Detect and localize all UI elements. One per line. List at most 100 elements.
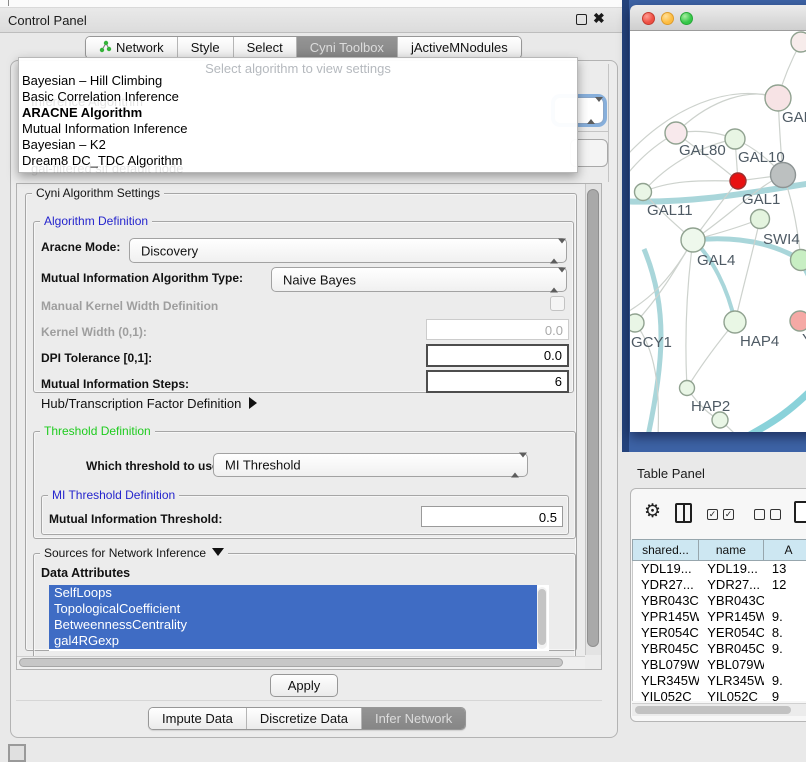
hub-definition-toggle[interactable]: Hub/Transcription Factor Definition: [41, 396, 257, 411]
node-label: GAL80: [679, 142, 726, 159]
table-row[interactable]: YDR27...YDR27...12: [633, 577, 806, 593]
network-canvas[interactable]: GALGAL80GAL10GAL11GAL1SWI4GAL4GCY1HAP4YH…: [630, 31, 806, 432]
network-node-gal4[interactable]: [681, 228, 705, 252]
table-hscrollbar-thumb[interactable]: [635, 706, 791, 714]
document-icon[interactable]: [794, 501, 806, 523]
network-node[interactable]: [791, 32, 806, 52]
algorithm-option[interactable]: ARACNE Algorithm: [21, 105, 575, 121]
tab-jactivemnodules[interactable]: jActiveMNodules: [397, 37, 521, 58]
checked-checkbox-icon[interactable]: ✓: [723, 509, 734, 520]
gear-icon[interactable]: ⚙: [644, 500, 661, 523]
stepper-icon: [550, 272, 559, 287]
kernel-width-field[interactable]: 0.0: [426, 319, 569, 340]
table-row[interactable]: YIL052CYIL052C9: [633, 689, 806, 701]
network-node-gcy1[interactable]: [630, 314, 644, 332]
network-edge[interactable]: [630, 240, 693, 315]
float-window-icon[interactable]: [576, 14, 587, 25]
network-node-hap4[interactable]: [724, 311, 746, 333]
tab-style[interactable]: Style: [177, 37, 233, 58]
tab-select[interactable]: Select: [233, 37, 296, 58]
tab-label: jActiveMNodules: [411, 40, 508, 55]
tab-infer-network[interactable]: Infer Network: [361, 708, 465, 729]
attributes-scrollbar-thumb[interactable]: [538, 589, 546, 645]
network-edge[interactable]: [687, 322, 735, 388]
network-node-y[interactable]: [790, 311, 806, 331]
network-node-gal[interactable]: [765, 85, 791, 111]
network-edge[interactable]: [643, 181, 738, 192]
table-cell: 12: [764, 577, 806, 593]
top-strip: [0, 0, 622, 8]
attribute-item[interactable]: SelfLoops: [49, 585, 537, 601]
table-cell: 8.: [764, 625, 806, 641]
zoom-traffic-light-icon[interactable]: [680, 12, 693, 25]
close-traffic-light-icon[interactable]: [642, 12, 655, 25]
column-header[interactable]: name: [699, 539, 764, 561]
network-node-swi4[interactable]: [791, 250, 806, 271]
network-node-gal11[interactable]: [635, 184, 652, 201]
top-tick: [8, 0, 9, 6]
sources-title: Sources for Network Inference: [40, 546, 228, 560]
network-node-gal1[interactable]: [751, 210, 770, 229]
apply-button[interactable]: Apply: [270, 674, 338, 697]
manual-kernel-checkbox[interactable]: [550, 296, 565, 311]
network-window-titlebar[interactable]: [630, 5, 806, 31]
network-node[interactable]: [771, 163, 796, 188]
table-row[interactable]: YLR345WYLR345W9.: [633, 673, 806, 689]
network-edge[interactable]: [686, 240, 693, 388]
unchecked-checkbox-icon[interactable]: [770, 509, 781, 520]
which-threshold-combo[interactable]: MI Threshold: [213, 453, 528, 477]
minimized-panel-icon[interactable]: [8, 744, 26, 762]
mi-type-combo[interactable]: Naive Bayes: [271, 267, 567, 292]
tab-cyni-toolbox[interactable]: Cyni Toolbox: [296, 37, 397, 58]
algorithm-option[interactable]: Bayesian – Hill Climbing: [21, 73, 575, 89]
tab-label: Infer Network: [375, 711, 452, 726]
table-row[interactable]: YPR145WYPR145W9.: [633, 609, 806, 625]
attribute-item[interactable]: gal4RGexp: [49, 633, 537, 649]
table-cell: YBR043C: [633, 593, 699, 609]
mi-threshold-field[interactable]: 0.5: [421, 506, 563, 527]
node-label: GAL11: [647, 202, 693, 219]
node-label: HAP4: [740, 333, 779, 350]
settings-vscrollbar-thumb[interactable]: [587, 189, 599, 647]
network-node[interactable]: [712, 412, 728, 428]
table-row[interactable]: YDL19...YDL19...13: [633, 561, 806, 577]
close-icon[interactable]: ✖: [593, 10, 605, 27]
algorithm-option[interactable]: Bayesian – K2: [21, 137, 575, 153]
data-attributes-label: Data Attributes: [41, 566, 130, 580]
table-row[interactable]: YBR043CYBR043C: [633, 593, 806, 609]
network-node-gal80[interactable]: [665, 122, 687, 144]
attribute-item[interactable]: TopologicalCoefficient: [49, 601, 537, 617]
table-cell: [764, 593, 806, 609]
aracne-mode-combo[interactable]: Discovery: [129, 238, 567, 263]
attribute-item[interactable]: BetweennessCentrality: [49, 617, 537, 633]
unchecked-checkbox-icon[interactable]: [754, 509, 765, 520]
columns-icon[interactable]: [675, 503, 692, 523]
network-edge[interactable]: [748, 379, 806, 432]
algorithm-option[interactable]: Dream8 DC_TDC Algorithm: [21, 153, 575, 169]
minimize-traffic-light-icon[interactable]: [661, 12, 674, 25]
network-edge[interactable]: [735, 219, 760, 322]
network-node[interactable]: [730, 173, 746, 189]
network-node-gal10[interactable]: [725, 129, 745, 149]
tab-network[interactable]: Network: [86, 37, 177, 58]
table-cell: YER054C: [699, 625, 764, 641]
mi-steps-field[interactable]: 6: [426, 370, 569, 393]
table-toolbar: ⚙ ✓ ✓: [631, 489, 806, 539]
tab-discretize-data[interactable]: Discretize Data: [246, 708, 361, 729]
table-row[interactable]: YBL079WYBL079W: [633, 657, 806, 673]
column-header[interactable]: shared...: [632, 539, 699, 561]
dpi-tolerance-field[interactable]: 0.0: [426, 344, 569, 367]
algorithm-dropdown: Select algorithm to view settings Infere…: [18, 57, 578, 173]
network-node-hap2[interactable]: [680, 381, 695, 396]
tab-impute-data[interactable]: Impute Data: [149, 708, 246, 729]
checked-checkbox-icon[interactable]: ✓: [707, 509, 718, 520]
settings-hscrollbar-thumb[interactable]: [19, 658, 563, 667]
table-cell: YBR043C: [699, 593, 764, 609]
network-edge[interactable]: [676, 94, 778, 133]
algorithm-option[interactable]: Mutual Information Inference: [21, 121, 575, 137]
column-header[interactable]: A: [764, 539, 806, 561]
tab-label: Network: [116, 40, 164, 55]
table-row[interactable]: YER054CYER054C8.: [633, 625, 806, 641]
table-row[interactable]: YBR045CYBR045C9.: [633, 641, 806, 657]
algorithm-option[interactable]: Basic Correlation Inference: [21, 89, 575, 105]
